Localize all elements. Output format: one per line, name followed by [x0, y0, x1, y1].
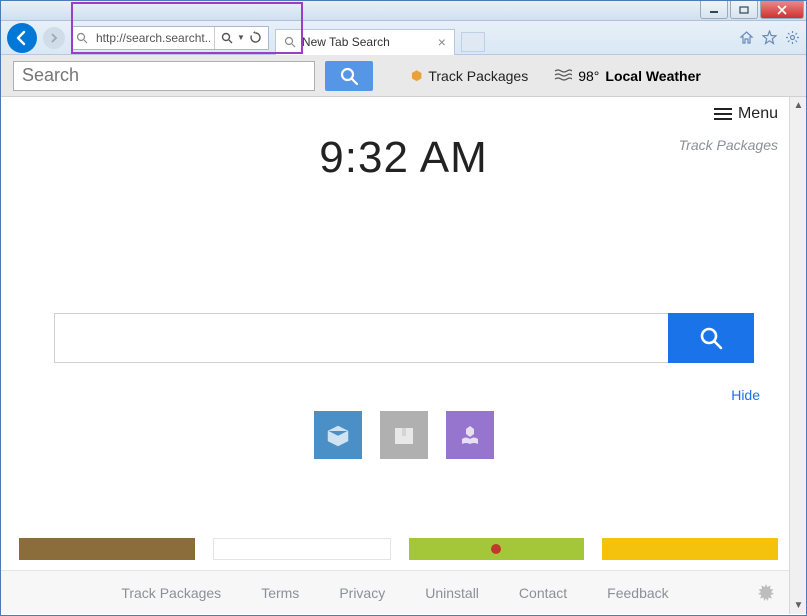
toolbar-search-button[interactable] [325, 61, 373, 91]
window-close-button[interactable] [760, 1, 804, 19]
strip-green[interactable] [409, 538, 585, 560]
footer-link[interactable]: Privacy [339, 585, 385, 601]
footer-link[interactable]: Terms [261, 585, 299, 601]
hide-link[interactable]: Hide [1, 387, 760, 403]
page-content: ▲ ▼ Menu 9:32 AM Track Packages Hide [1, 97, 806, 614]
promo-strip [19, 538, 778, 560]
waves-icon [554, 69, 572, 82]
settings-gear-icon[interactable] [785, 30, 800, 45]
dropdown-icon[interactable]: ▼ [237, 33, 245, 42]
temperature-value: 98° [578, 68, 599, 84]
package-icon: ⬢ [411, 68, 422, 84]
weather-label: Local Weather [605, 68, 700, 84]
footer-gear-icon[interactable] [755, 582, 777, 604]
extension-toolbar: ⬢ Track Packages 98° Local Weather [1, 55, 806, 97]
tab-favicon-icon [284, 36, 296, 48]
box-tile[interactable] [380, 411, 428, 459]
weather-widget[interactable]: 98° Local Weather [554, 68, 701, 84]
nav-back-button[interactable] [7, 23, 37, 53]
window-maximize-button[interactable] [730, 1, 758, 19]
footer-link[interactable]: Track Packages [121, 585, 221, 601]
scroll-down-icon[interactable]: ▼ [790, 597, 806, 614]
strip-brown[interactable] [19, 538, 195, 560]
package-tile[interactable] [314, 411, 362, 459]
center-search [54, 313, 754, 363]
address-input[interactable] [92, 31, 214, 45]
address-bar[interactable]: ▼ [71, 26, 269, 50]
favorites-icon[interactable] [762, 30, 777, 45]
menu-button[interactable]: Menu [714, 105, 778, 123]
nav-forward-button[interactable] [43, 27, 65, 49]
hands-tile[interactable] [446, 411, 494, 459]
center-search-input[interactable] [54, 313, 668, 363]
browser-chrome: ▼ New Tab Search × [1, 21, 806, 55]
window-titlebar [1, 1, 806, 21]
home-icon[interactable] [739, 30, 754, 45]
new-tab-button[interactable] [461, 32, 485, 52]
search-icon [72, 32, 92, 44]
track-packages-link[interactable]: ⬢ Track Packages [411, 68, 528, 84]
window-minimize-button[interactable] [700, 1, 728, 19]
center-search-button[interactable] [668, 313, 754, 363]
scroll-up-icon[interactable]: ▲ [790, 97, 806, 114]
toolbar-search-input[interactable] [13, 61, 315, 91]
footer-link[interactable]: Uninstall [425, 585, 479, 601]
search-go-icon[interactable] [221, 32, 233, 44]
footer-link[interactable]: Contact [519, 585, 567, 601]
refresh-icon[interactable] [249, 31, 262, 44]
footer: Track Packages Terms Privacy Uninstall C… [1, 570, 789, 614]
footer-link[interactable]: Feedback [607, 585, 668, 601]
strip-yellow[interactable] [602, 538, 778, 560]
browser-tab[interactable]: New Tab Search × [275, 29, 455, 55]
hamburger-icon [714, 107, 732, 121]
track-packages-italic-link[interactable]: Track Packages [679, 137, 778, 153]
quick-tiles [1, 411, 806, 459]
tab-title: New Tab Search [302, 35, 432, 49]
tab-close-icon[interactable]: × [438, 34, 446, 50]
strip-white[interactable] [213, 538, 391, 560]
